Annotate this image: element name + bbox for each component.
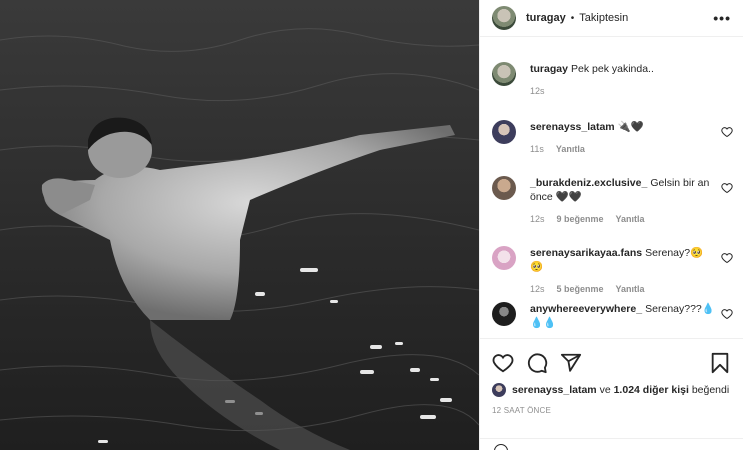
caption-time[interactable]: 12s [530, 86, 545, 96]
comment-item: anywhereeverywhere_ Serenay???💧💧💧 [492, 302, 733, 330]
action-icons [492, 351, 731, 375]
heart-icon[interactable] [492, 352, 514, 374]
post-actions: serenayss_latam ve 1.024 diğer kişi beğe… [480, 338, 743, 415]
more-options-icon[interactable]: ••• [713, 10, 731, 26]
liker-username[interactable]: serenayss_latam [512, 384, 597, 396]
comment-icon[interactable] [526, 352, 548, 374]
comment-item: serenaysarikayaa.fans Serenay?🥺🥺 12s 5 be… [492, 246, 733, 296]
header-separator: • [570, 12, 575, 24]
likes-others[interactable]: 1.024 diğer kişi [614, 384, 689, 396]
emoji-icon[interactable] [494, 444, 508, 450]
post-header: turagay • Takiptesin ••• [480, 0, 743, 37]
comment-avatar[interactable] [492, 302, 516, 326]
liker-avatar[interactable] [492, 383, 506, 397]
comment-heart-icon[interactable] [721, 126, 733, 138]
comment-heart-icon[interactable] [721, 308, 733, 320]
likes-summary: serenayss_latam ve 1.024 diğer kişi beğe… [492, 383, 731, 397]
comment-text: 🔌🖤 [617, 121, 644, 133]
caption-username[interactable]: turagay [530, 63, 568, 75]
comments-list[interactable]: turagay Pek pek yakinda.. 12s serenayss_… [480, 38, 743, 338]
comment-avatar[interactable] [492, 120, 516, 144]
comment-username[interactable]: anywhereeverywhere_ [530, 303, 642, 315]
likes-suffix: beğendi [691, 384, 730, 396]
photo-image [0, 0, 479, 450]
comment-avatar[interactable] [492, 176, 516, 200]
caption-avatar[interactable] [492, 62, 516, 86]
comment-heart-icon[interactable] [721, 252, 733, 264]
post-sidebar: turagay • Takiptesin ••• turagay Pek pek… [479, 0, 743, 450]
comment-likes[interactable]: 5 beğenme [557, 284, 604, 294]
author-avatar[interactable] [492, 6, 516, 30]
comment-heart-icon[interactable] [721, 182, 733, 194]
comment-time[interactable]: 12s [530, 214, 545, 224]
caption-item: turagay Pek pek yakinda.. 12s [492, 62, 733, 98]
comment-time[interactable]: 11s [530, 144, 544, 154]
comment-username[interactable]: serenayss_latam [530, 121, 615, 133]
follow-status[interactable]: Takiptesin [579, 12, 628, 24]
comment-time[interactable]: 12s [530, 284, 545, 294]
comment-username[interactable]: serenaysarikayaa.fans [530, 247, 642, 259]
likes-connector: ve [599, 384, 611, 396]
comment-item: _burakdeniz.exclusive_ Gelsin bir an önc… [492, 176, 733, 226]
author-username[interactable]: turagay [526, 12, 566, 24]
reply-button[interactable]: Yanıtla [556, 144, 585, 154]
reply-button[interactable]: Yanıtla [616, 214, 645, 224]
comment-likes[interactable]: 9 beğenme [557, 214, 604, 224]
reply-button[interactable]: Yanıtla [616, 284, 645, 294]
comment-avatar[interactable] [492, 246, 516, 270]
bookmark-icon[interactable] [709, 352, 731, 374]
comment-box-divider [480, 438, 743, 439]
caption-text: Pek pek yakinda.. [571, 63, 654, 75]
comment-item: serenayss_latam 🔌🖤 11s Yanıtla [492, 120, 733, 156]
comment-username[interactable]: _burakdeniz.exclusive_ [530, 177, 647, 189]
post-window: turagay • Takiptesin ••• turagay Pek pek… [0, 0, 743, 450]
post-timestamp[interactable]: 12 SAAT ÖNCE [492, 406, 731, 415]
post-photo[interactable] [0, 0, 479, 450]
share-icon[interactable] [560, 352, 582, 374]
